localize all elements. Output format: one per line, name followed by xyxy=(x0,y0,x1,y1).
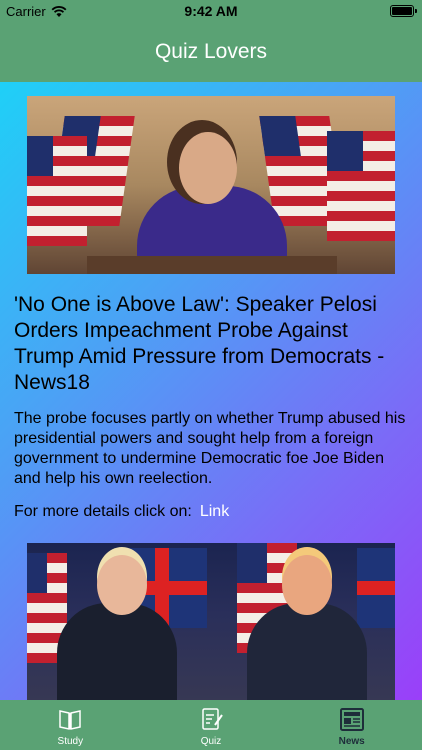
flag-image xyxy=(357,548,395,628)
person-figure xyxy=(247,603,367,700)
article-image xyxy=(27,96,395,274)
tab-label: Quiz xyxy=(200,736,222,747)
article-headline: 'No One is Above Law': Speaker Pelosi Or… xyxy=(14,293,385,394)
flag-image xyxy=(327,131,395,241)
article-image xyxy=(27,543,395,700)
page-title: Quiz Lovers xyxy=(154,40,268,63)
quiz-icon xyxy=(202,708,223,730)
newspaper-icon xyxy=(339,708,364,731)
speaker-head xyxy=(179,132,237,204)
battery-level xyxy=(392,7,412,15)
tab-quiz[interactable]: Quiz xyxy=(141,700,282,750)
news-article: 'No One is Above Law': Speaker Pelosi Or… xyxy=(0,82,422,700)
flag-image xyxy=(27,136,87,246)
article-summary: The probe focuses partly on whether Trum… xyxy=(14,410,406,487)
tab-study[interactable]: Study xyxy=(0,700,141,750)
person-head xyxy=(282,555,332,615)
book-icon xyxy=(59,710,82,730)
person-head xyxy=(97,555,147,615)
nav-bar: Quiz Lovers xyxy=(0,22,422,82)
status-time: 9:42 AM xyxy=(184,3,238,19)
article-link[interactable]: Link xyxy=(200,503,229,521)
article-details-row: For more details click on: Link xyxy=(14,503,408,521)
status-bar: Carrier 9:42 AM xyxy=(0,0,422,22)
tab-label: News xyxy=(338,736,365,747)
podium xyxy=(87,256,337,274)
details-label: For more details click on: xyxy=(14,503,192,520)
tab-bar: Study Quiz News xyxy=(0,700,422,750)
battery-icon xyxy=(390,5,417,17)
tab-label: Study xyxy=(57,736,84,747)
tab-news[interactable]: News xyxy=(281,700,422,750)
person-figure xyxy=(57,603,177,700)
news-feed[interactable]: 'No One is Above Law': Speaker Pelosi Or… xyxy=(0,82,422,700)
